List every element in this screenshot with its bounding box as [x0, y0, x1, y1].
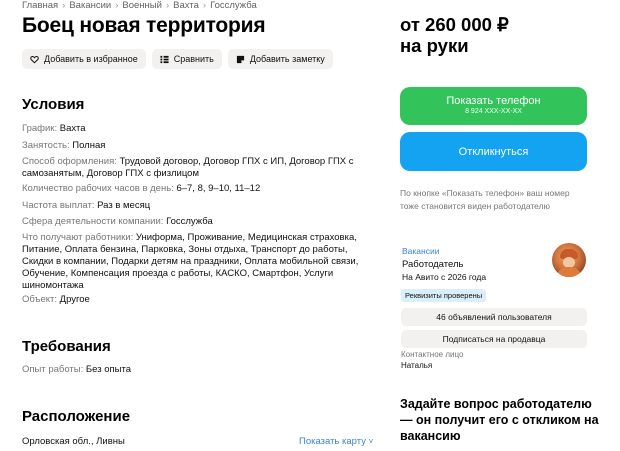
- verified-badge: Реквизиты проверены: [401, 289, 487, 302]
- compare-label: Сравнить: [173, 54, 214, 64]
- seller-name: Работодатель: [402, 259, 464, 270]
- subscribe-button[interactable]: Подписаться на продавца: [401, 330, 587, 348]
- breadcrumb-civil-service[interactable]: Госслужба: [210, 0, 257, 11]
- action-bar: Добавить в избранное Сравнить Добавить з…: [22, 49, 333, 69]
- param-object: Объект: Другое: [22, 294, 367, 306]
- requirements-heading: Требования: [22, 338, 111, 355]
- param-label: Занятость:: [22, 140, 70, 151]
- conditions-heading: Условия: [22, 96, 85, 113]
- add-note-button[interactable]: Добавить заметку: [227, 49, 333, 69]
- avatar-body: [557, 267, 581, 277]
- contact-person-label: Контактное лицо: [401, 350, 464, 359]
- breadcrumb-shift[interactable]: Вахта: [173, 0, 199, 11]
- param-label: Способ оформления:: [22, 156, 117, 167]
- breadcrumb-home[interactable]: Главная: [22, 0, 58, 11]
- chevron-down-icon: ˅: [368, 437, 374, 446]
- param-benefits: Что получают работники: Униформа, Прожив…: [22, 232, 367, 292]
- breadcrumb-separator: ›: [62, 0, 66, 11]
- respond-button[interactable]: Откликнуться: [400, 132, 587, 171]
- salary: от 260 000 ₽ на руки: [400, 14, 509, 56]
- compare-button[interactable]: Сравнить: [151, 49, 222, 69]
- param-label: Сфера деятельности компании:: [22, 216, 164, 227]
- compare-icon: [160, 55, 169, 63]
- param-value: Вахта: [59, 123, 86, 134]
- param-value: Госслужба: [166, 216, 213, 227]
- param-work-hours: Количество рабочих часов в день: 6–7, 8,…: [22, 183, 367, 195]
- contact-person-name: Наталья: [401, 361, 433, 370]
- param-pay-frequency: Частота выплат: Раз в месяц: [22, 200, 367, 212]
- salary-amount: от 260 000 ₽: [400, 14, 509, 35]
- phone-visibility-note: По кнопке «Показать телефон» ваш номер т…: [400, 188, 570, 211]
- param-label: Опыт работы:: [22, 364, 84, 375]
- salary-note: на руки: [400, 35, 469, 56]
- masked-phone: 8 924 XXX-XX-XX: [465, 108, 522, 115]
- breadcrumb-separator: ›: [202, 0, 207, 11]
- param-value: 6–7, 8, 9–10, 11–12: [176, 183, 261, 194]
- breadcrumb: Главная › Вакансии › Военный › Вахта › Г…: [22, 0, 257, 11]
- heart-icon: [30, 55, 39, 63]
- seller-since: На Авито с 2026 года: [402, 272, 487, 282]
- page-title: Боец новая территория: [22, 14, 266, 37]
- avatar[interactable]: [552, 243, 586, 277]
- add-note-label: Добавить заметку: [249, 54, 325, 64]
- seller-vacancies-link[interactable]: Вакансии: [402, 246, 439, 256]
- param-contract-type: Способ оформления: Трудовой договор, Дог…: [22, 156, 367, 180]
- show-map-label: Показать карту: [299, 436, 366, 447]
- param-experience: Опыт работы: Без опыта: [22, 364, 367, 376]
- show-phone-label: Показать телефон: [446, 95, 541, 107]
- param-value: Раз в месяц: [97, 200, 151, 211]
- note-icon: [236, 55, 244, 63]
- param-label: Количество рабочих часов в день:: [22, 183, 174, 194]
- breadcrumb-vacancies[interactable]: Вакансии: [69, 0, 111, 11]
- param-value: Полная: [72, 140, 106, 151]
- param-label: Что получают работники:: [22, 232, 134, 243]
- param-schedule: График: Вахта: [22, 123, 367, 135]
- add-to-favorites-label: Добавить в избранное: [44, 54, 138, 64]
- location-heading: Расположение: [22, 408, 131, 425]
- param-label: График:: [22, 123, 58, 134]
- param-value: Другое: [59, 294, 90, 305]
- seller-ads-button[interactable]: 46 объявлений пользователя: [401, 308, 587, 326]
- show-map-link[interactable]: Показать карту ˅: [299, 436, 373, 447]
- address-text: Орловская обл., Ливны: [22, 436, 125, 447]
- param-value: Без опыта: [85, 364, 131, 375]
- param-employment: Занятость: Полная: [22, 140, 367, 152]
- add-to-favorites-button[interactable]: Добавить в избранное: [22, 49, 146, 69]
- show-phone-button[interactable]: Показать телефон 8 924 XXX-XX-XX: [400, 87, 587, 125]
- param-industry: Сфера деятельности компании: Госслужба: [22, 216, 367, 228]
- param-label: Объект:: [22, 294, 57, 305]
- ask-question-heading: Задайте вопрос работодателю — он получит…: [400, 397, 599, 443]
- breadcrumb-separator: ›: [115, 0, 119, 11]
- param-label: Частота выплат:: [22, 200, 95, 211]
- breadcrumb-military[interactable]: Военный: [122, 0, 162, 11]
- breadcrumb-separator: ›: [165, 0, 170, 11]
